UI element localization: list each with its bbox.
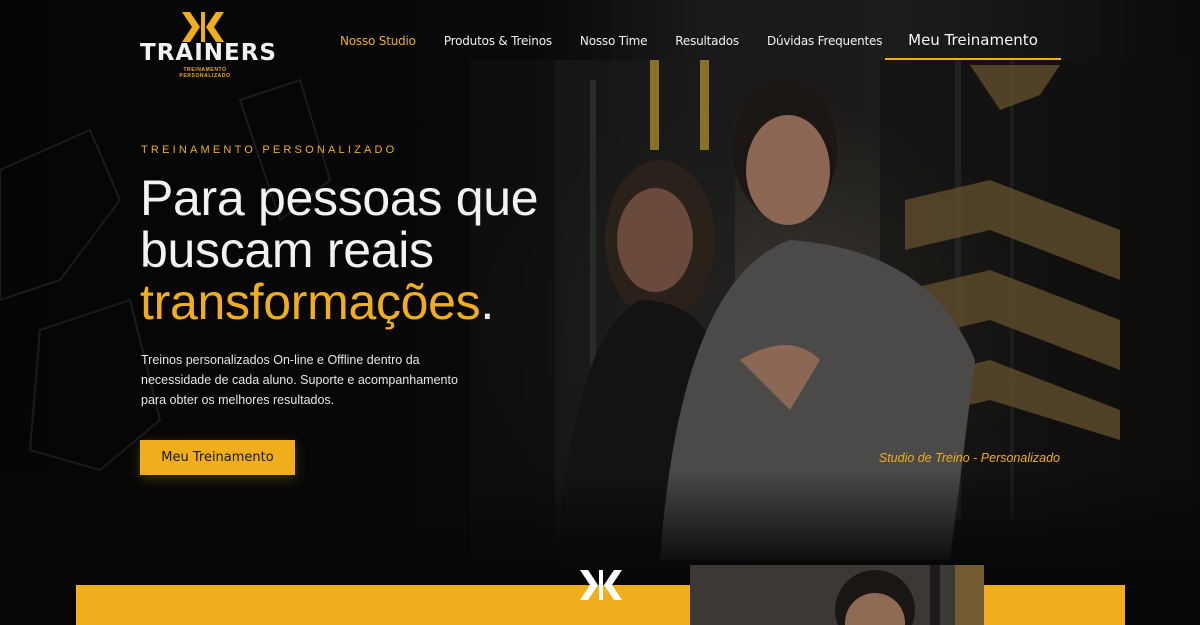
headline-accent: transformações <box>140 274 481 330</box>
nav-item-resultados[interactable]: Resultados <box>675 34 739 48</box>
headline-line-2: buscam reais <box>140 222 434 278</box>
hero-eyebrow: TREINAMENTO PERSONALIZADO <box>141 144 398 156</box>
hero-photo-caption: Studio de Treino - Personalizado <box>878 451 1060 465</box>
nav-item-duvidas-frequentes[interactable]: Dúvidas Frequentes <box>767 34 883 48</box>
headline-line-1: Para pessoas que <box>140 170 539 226</box>
trainer-photo-icon <box>690 565 984 625</box>
nav-item-nosso-time[interactable]: Nosso Time <box>580 34 648 48</box>
nav-item-nosso-studio[interactable]: Nosso Studio <box>340 34 416 48</box>
band-trainer-photo <box>690 565 984 625</box>
headline-period: . <box>480 274 494 330</box>
hero-headline: Para pessoas que buscam reais transforma… <box>140 172 610 328</box>
hero-meu-treinamento-button[interactable]: Meu Treinamento <box>140 440 295 475</box>
brand-name: TRAINERS <box>140 40 277 66</box>
hero-lead-text: Treinos personalizados On-line e Offline… <box>141 353 458 407</box>
main-nav: Nosso Studio Produtos & Treinos Nosso Ti… <box>340 34 882 48</box>
nav-item-produtos-treinos[interactable]: Produtos & Treinos <box>444 34 552 48</box>
brand-tagline: TREINAMENTO PERSONALIZADO <box>179 67 231 79</box>
headline-line-3: transformações. <box>140 276 610 328</box>
header-meu-treinamento-button[interactable]: Meu Treinamento <box>885 28 1061 60</box>
brand-logo[interactable]: TRAINERS TREINAMENTO PERSONALIZADO <box>140 12 277 79</box>
kk-monogram-band-icon <box>580 570 622 600</box>
kk-monogram-logo-icon <box>182 12 224 42</box>
